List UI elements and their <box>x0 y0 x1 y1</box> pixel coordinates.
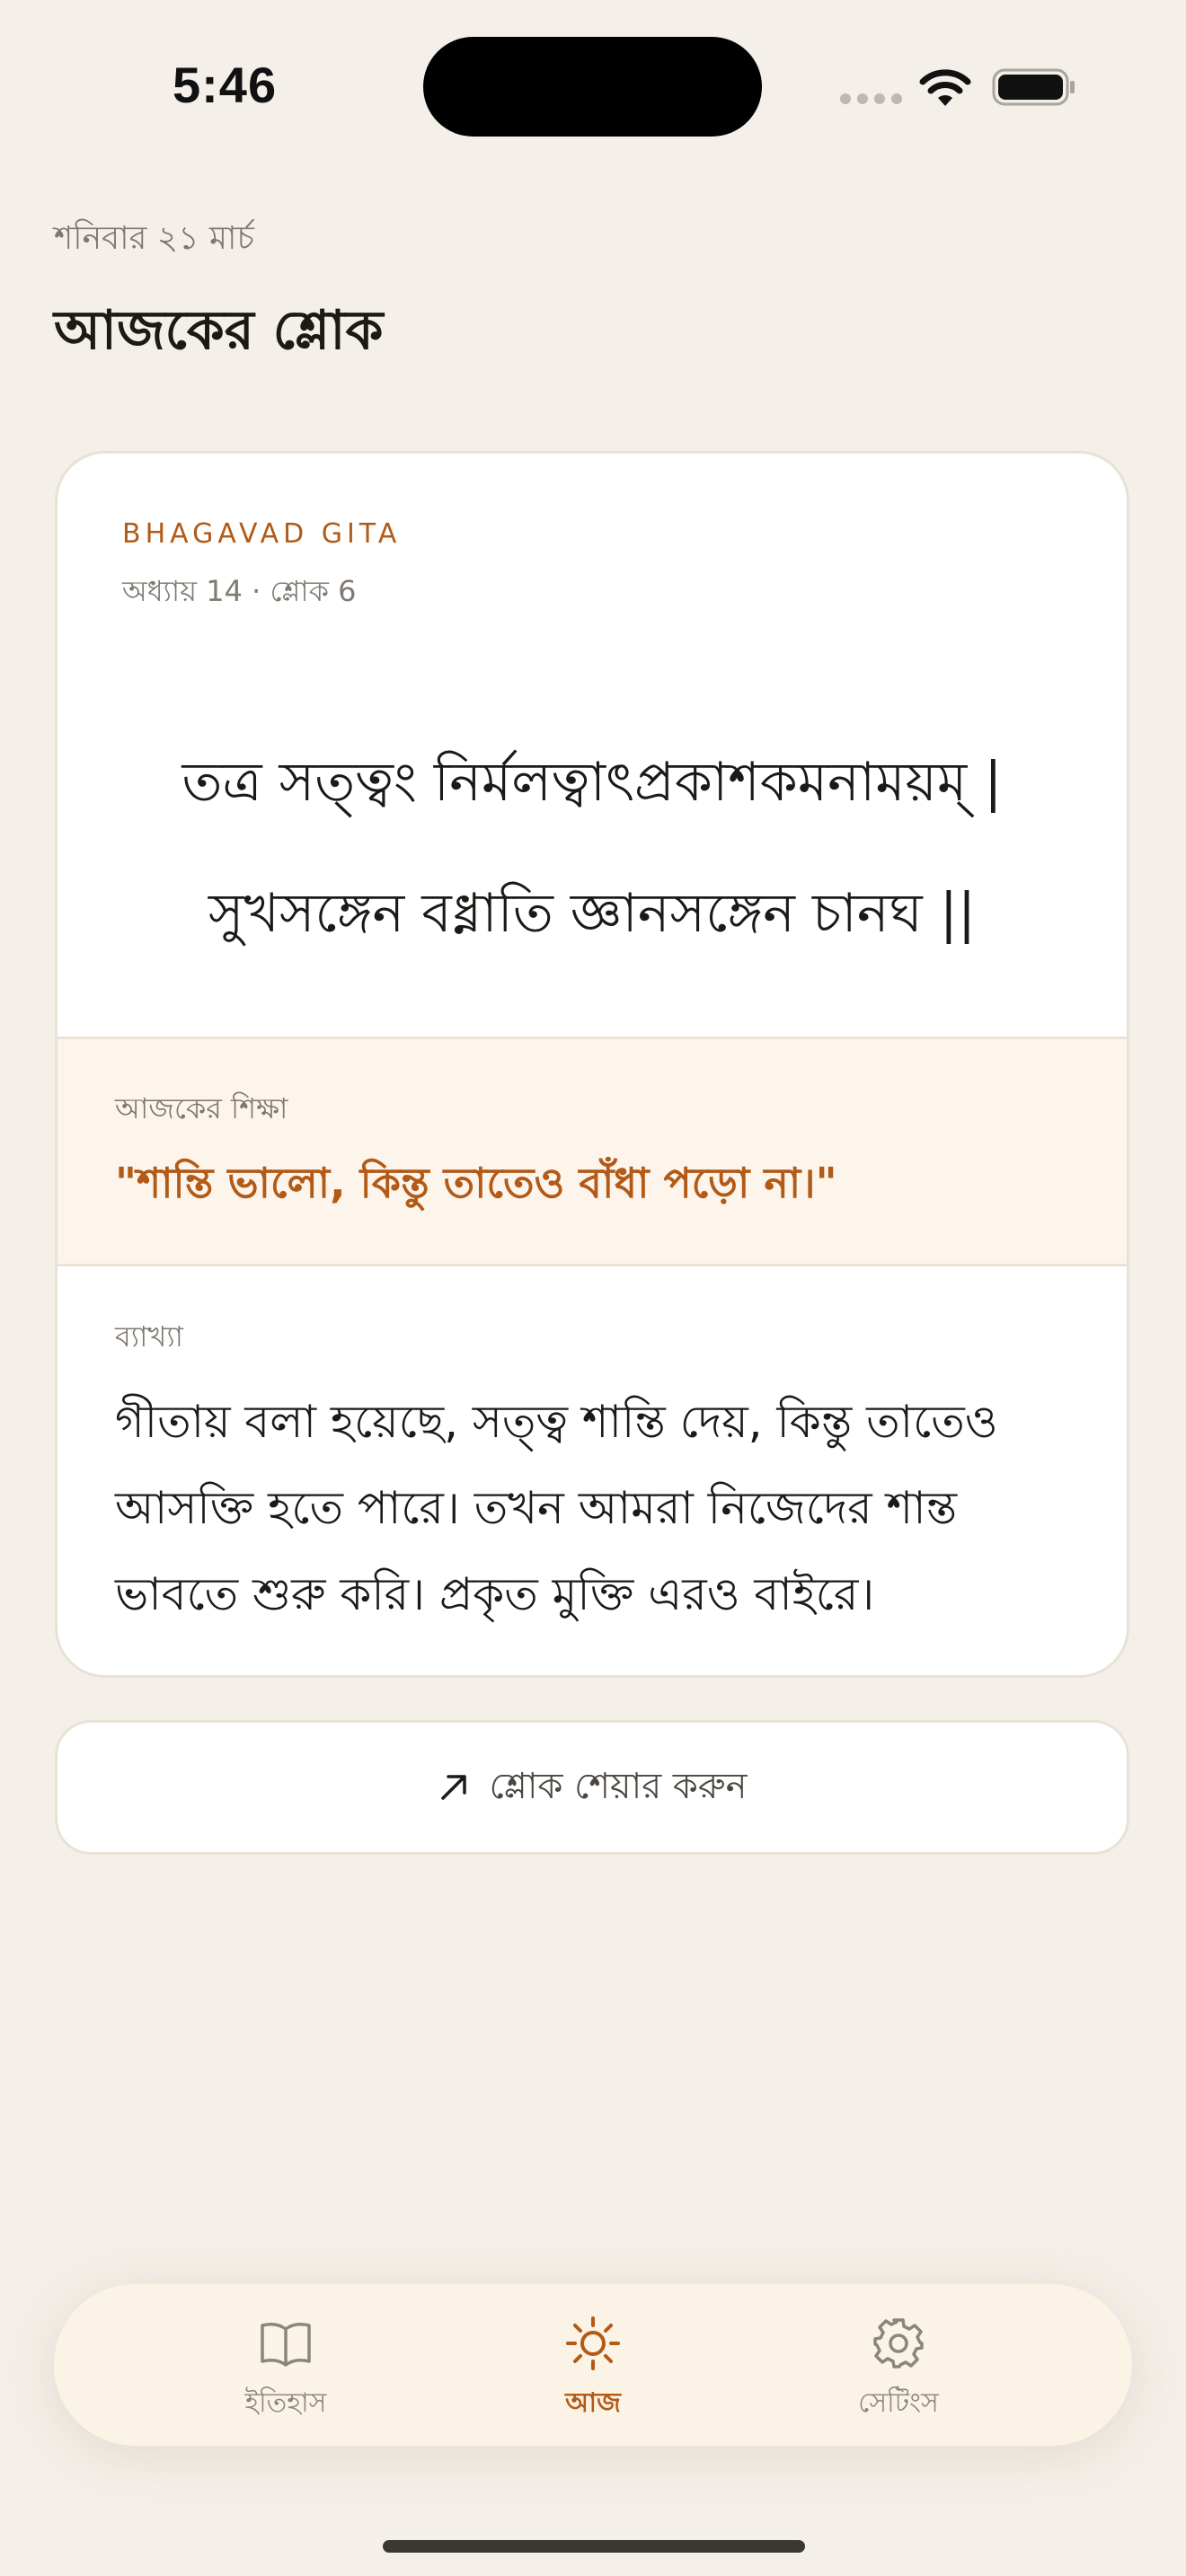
tab-today[interactable]: আজ <box>485 2284 701 2446</box>
tab-history[interactable]: ইতিহাস <box>178 2284 394 2446</box>
explanation-label: ব্যাখ্যা <box>115 1319 183 1354</box>
lesson-label: আজকের শিক্ষা <box>115 1091 288 1125</box>
share-label: শ্লোক শেয়ার করুন <box>489 1765 748 1807</box>
dynamic-island <box>423 37 762 137</box>
explanation-text: গীতায় বলা হয়েছে, সত্ত্ব শান্তি দেয়, ক… <box>115 1396 998 1620</box>
chapter-verse-reference: অধ্যায় 14 · শ্লোক 6 <box>122 574 357 608</box>
status-bar: 5:46 <box>0 0 1186 180</box>
tab-label: সেটিংস <box>858 2387 939 2419</box>
book-icon <box>261 2323 311 2367</box>
page-title: আজকের শ্লোক <box>54 299 384 362</box>
home-indicator <box>383 2540 805 2553</box>
tab-settings[interactable]: সেটিংস <box>791 2284 1006 2446</box>
sun-icon <box>566 2316 620 2370</box>
verse-line: তত্র সত্ত্বং নির্মলত্বাৎপ্রকাশকমনাময়ম্ … <box>181 751 1003 814</box>
battery-icon <box>992 68 1075 106</box>
arrow-up-right-icon <box>440 1775 466 1800</box>
share-verse-button[interactable]: শ্লোক শেয়ার করুন <box>55 1720 1129 1855</box>
tab-bar: ইতিহাস আজ সেটিংস <box>54 2284 1132 2446</box>
verse-line: সুখসঙ্গেন বধ্নাতি জ্ঞানসঙ্গেন চানঘ || <box>208 882 977 945</box>
current-date: শনিবার ২১ মার্চ <box>54 220 254 257</box>
gear-icon <box>873 2318 924 2369</box>
scripture-source: BHAGAVAD GITA <box>122 518 402 550</box>
lesson-quote: "শান্তি ভালো, কিন্তু তাতেও বাঁধা পড়ো না… <box>115 1159 837 1207</box>
tab-label: ইতিহাস <box>244 2387 327 2419</box>
cellular-signal-icon <box>840 93 902 104</box>
lesson-section: আজকের শিক্ষা "শান্তি ভালো, কিন্তু তাতেও … <box>58 1037 1127 1266</box>
status-time: 5:46 <box>173 57 278 113</box>
verse-card: BHAGAVAD GITA অধ্যায় 14 · শ্লোক 6 তত্র … <box>55 451 1129 1678</box>
tab-label: আজ <box>565 2387 621 2419</box>
wifi-icon <box>919 69 971 106</box>
